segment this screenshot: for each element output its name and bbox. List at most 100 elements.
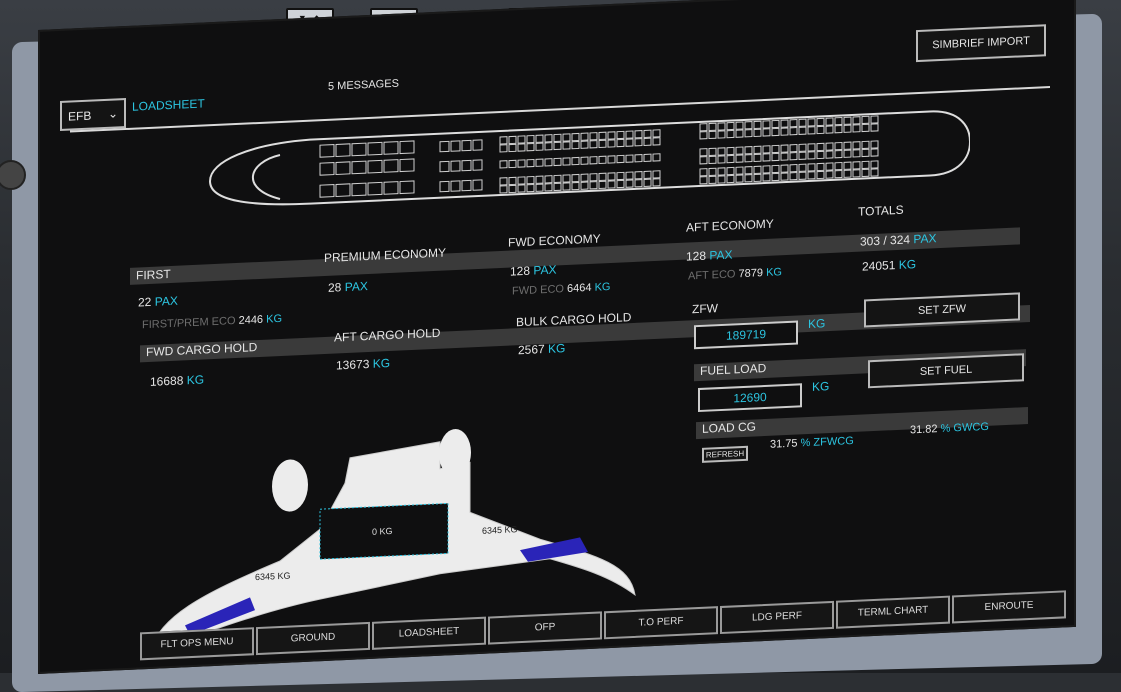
seat <box>744 121 753 130</box>
cockpit-window <box>251 154 281 200</box>
seat <box>450 160 461 172</box>
seat <box>834 124 843 134</box>
seat <box>535 158 544 167</box>
seat <box>598 180 607 190</box>
seat <box>571 132 580 142</box>
seat <box>825 170 834 179</box>
chevron-down-icon: ⌄ <box>108 106 119 121</box>
seat <box>616 171 625 181</box>
refresh-button[interactable]: REFRESH <box>702 445 748 463</box>
tab-terml-chart[interactable]: TERML CHART <box>836 595 950 629</box>
seat <box>383 141 399 155</box>
seat <box>870 123 879 132</box>
seat <box>717 175 726 184</box>
seat <box>535 134 544 143</box>
seat <box>598 172 607 182</box>
seat <box>450 180 461 192</box>
seat <box>616 138 625 148</box>
seat <box>634 130 643 139</box>
fwd-eco-weight: FWD ECO 6464 KG <box>512 281 611 298</box>
tab-t-o-perf[interactable]: T.O PERF <box>604 606 718 640</box>
seat <box>762 173 771 182</box>
seat <box>652 170 661 179</box>
tab-ldg-perf[interactable]: LDG PERF <box>720 600 834 635</box>
seat <box>852 169 861 178</box>
seat <box>825 142 834 151</box>
seat <box>744 166 753 175</box>
seat <box>789 164 798 173</box>
seat <box>535 175 544 184</box>
right-tank-label: 6345 KG <box>482 524 518 536</box>
seat <box>508 159 517 169</box>
seat <box>580 132 589 141</box>
left-tank-label: 6345 KG <box>255 571 291 583</box>
seat <box>708 147 717 157</box>
seat <box>753 153 762 163</box>
tab-flt-ops-menu[interactable]: FLT OPS MENU <box>140 627 254 661</box>
seat <box>852 124 861 133</box>
set-fuel-button[interactable]: SET FUEL <box>868 353 1024 389</box>
seat <box>852 141 861 150</box>
seat <box>517 159 526 168</box>
seat <box>526 134 535 144</box>
tab-enroute[interactable]: ENROUTE <box>952 590 1066 624</box>
seat <box>367 159 383 174</box>
fwd-eco-pax: 128 PAX <box>510 262 557 279</box>
seat <box>816 125 825 135</box>
seat <box>580 156 589 165</box>
seat <box>825 125 834 134</box>
seat <box>735 166 744 175</box>
seat <box>780 144 789 153</box>
seat <box>834 116 843 126</box>
seat <box>367 181 383 196</box>
seat <box>843 141 852 150</box>
seat <box>870 148 879 157</box>
seat <box>834 141 843 151</box>
tab-loadsheet[interactable]: LOADSHEET <box>372 616 486 650</box>
seat <box>744 129 753 138</box>
seat <box>616 179 625 189</box>
messages-indicator[interactable]: 5 MESSAGES <box>328 78 399 93</box>
seat <box>717 130 726 139</box>
seat <box>708 175 717 185</box>
seat <box>843 124 852 133</box>
seat <box>589 156 598 165</box>
simbrief-import-button[interactable]: SIMBRIEF IMPORT <box>916 24 1046 63</box>
seat <box>634 154 643 163</box>
efb-dropdown[interactable]: EFB ⌄ <box>60 98 126 132</box>
seat <box>717 147 726 156</box>
seat <box>571 173 580 183</box>
seat <box>717 155 726 164</box>
seat <box>798 126 807 135</box>
seat <box>798 151 807 160</box>
fwd-cargo-value: 16688 KG <box>150 372 205 389</box>
seat <box>708 122 717 132</box>
seat <box>780 119 789 128</box>
seat <box>562 133 571 142</box>
seat <box>798 163 807 172</box>
zfw-input[interactable]: 189719 <box>694 320 798 350</box>
seat <box>571 140 580 150</box>
seat <box>439 180 450 193</box>
seat <box>726 146 735 156</box>
zfw-unit: KG <box>808 316 826 332</box>
seat <box>861 168 870 178</box>
seat <box>816 162 825 172</box>
seat <box>717 122 726 131</box>
seat <box>607 139 616 148</box>
tab-ground[interactable]: GROUND <box>256 621 370 656</box>
tab-ofp[interactable]: OFP <box>488 611 602 645</box>
seat-map <box>208 110 970 206</box>
seat <box>319 162 335 176</box>
seat <box>735 174 744 183</box>
seat <box>699 168 708 177</box>
seat <box>816 142 825 152</box>
seat <box>335 161 351 175</box>
seat <box>517 176 526 185</box>
fuel-unit: KG <box>812 379 830 394</box>
fuel-input[interactable]: 12690 <box>698 383 802 413</box>
seat <box>699 131 708 140</box>
seat <box>526 175 535 185</box>
seat <box>383 181 399 195</box>
seat <box>335 143 351 157</box>
